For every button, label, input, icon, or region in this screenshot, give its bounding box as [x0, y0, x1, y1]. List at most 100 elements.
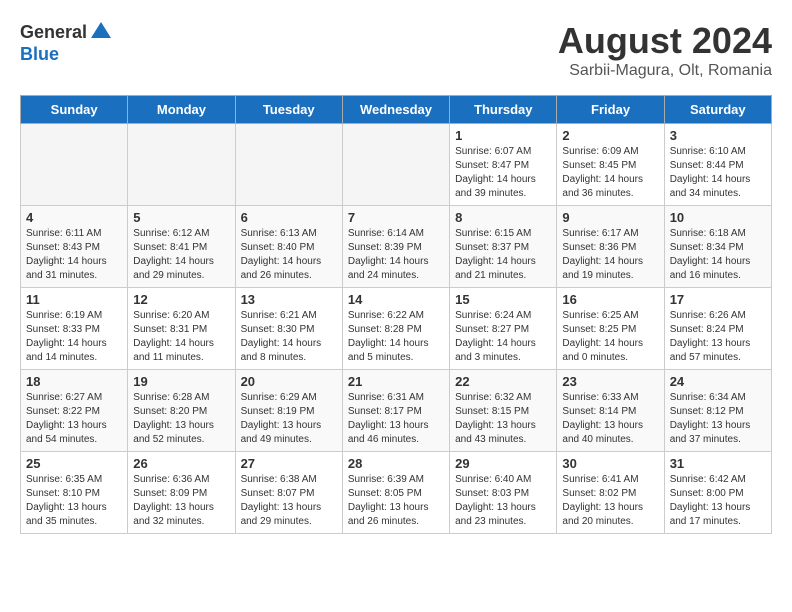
cell-info: Sunrise: 6:29 AM Sunset: 8:19 PM Dayligh…: [241, 391, 337, 447]
calendar: SundayMondayTuesdayWednesdayThursdayFrid…: [20, 95, 772, 534]
calendar-cell: 2Sunrise: 6:09 AM Sunset: 8:45 PM Daylig…: [557, 124, 664, 206]
day-number: 5: [133, 210, 229, 225]
calendar-cell: 20 Sunrise: 6:29 AM Sunset: 8:19 PM Dayli…: [235, 370, 342, 452]
calendar-week-row: 1 Sunrise: 6:07 AM Sunset: 8:47 PM Daylig…: [21, 124, 772, 206]
cell-info: Sunrise: 6:24 AM Sunset: 8:27 PM Dayligh…: [455, 309, 551, 365]
calendar-week-row: 25 Sunrise: 6:35 AM Sunset: 8:10 PM Dayli…: [21, 452, 772, 534]
day-number: 8: [455, 210, 551, 225]
day-number: 13: [241, 292, 337, 307]
day-number: 18: [26, 374, 122, 389]
calendar-cell: 4Sunrise: 6:11 AM Sunset: 8:43 PM Daylig…: [21, 206, 128, 288]
logo-text: General: [20, 20, 113, 44]
cell-info: Sunrise: 6:28 AM Sunset: 8:20 PM Dayligh…: [133, 391, 229, 447]
day-number: 28: [348, 456, 444, 471]
calendar-cell: 31 Sunrise: 6:42 AM Sunset: 8:00 PM Dayli…: [664, 452, 771, 534]
day-number: 17: [670, 292, 766, 307]
calendar-day-header: Monday: [128, 96, 235, 124]
cell-info: Sunrise: 6:36 AM Sunset: 8:09 PM Dayligh…: [133, 473, 229, 529]
calendar-week-row: 18 Sunrise: 6:27 AM Sunset: 8:22 PM Dayli…: [21, 370, 772, 452]
title-block: August 2024 Sarbii-Magura, Olt, Romania: [558, 20, 772, 80]
day-number: 30: [562, 456, 658, 471]
cell-info: Sunrise: 6:22 AM Sunset: 8:28 PM Dayligh…: [348, 309, 444, 365]
calendar-cell: 5 Sunrise: 6:12 AM Sunset: 8:41 PM Daylig…: [128, 206, 235, 288]
calendar-day-header: Tuesday: [235, 96, 342, 124]
location-title: Sarbii-Magura, Olt, Romania: [558, 62, 772, 80]
day-number: 9: [562, 210, 658, 225]
calendar-cell: [21, 124, 128, 206]
day-number: 10: [670, 210, 766, 225]
day-number: 4: [26, 210, 122, 225]
day-number: 26: [133, 456, 229, 471]
cell-info: Sunrise: 6:14 AM Sunset: 8:39 PM Dayligh…: [348, 227, 444, 283]
calendar-cell: 23 Sunrise: 6:33 AM Sunset: 8:14 PM Dayli…: [557, 370, 664, 452]
cell-info: Sunrise: 6:19 AM Sunset: 8:33 PM Dayligh…: [26, 309, 122, 365]
logo: General Blue: [20, 20, 113, 65]
logo-general: General: [20, 22, 87, 43]
calendar-cell: 11 Sunrise: 6:19 AM Sunset: 8:33 PM Dayli…: [21, 288, 128, 370]
cell-info: Sunrise: 6:35 AM Sunset: 8:10 PM Dayligh…: [26, 473, 122, 529]
cell-info: Sunrise: 6:26 AM Sunset: 8:24 PM Dayligh…: [670, 309, 766, 365]
day-number: 14: [348, 292, 444, 307]
day-number: 2: [562, 128, 658, 143]
day-number: 7: [348, 210, 444, 225]
day-number: 16: [562, 292, 658, 307]
day-number: 6: [241, 210, 337, 225]
calendar-header-row: SundayMondayTuesdayWednesdayThursdayFrid…: [21, 96, 772, 124]
cell-info: Sunrise: 6:39 AM Sunset: 8:05 PM Dayligh…: [348, 473, 444, 529]
cell-info: Sunrise: 6:20 AM Sunset: 8:31 PM Dayligh…: [133, 309, 229, 365]
calendar-cell: 10 Sunrise: 6:18 AM Sunset: 8:34 PM Dayli…: [664, 206, 771, 288]
day-number: 23: [562, 374, 658, 389]
calendar-day-header: Sunday: [21, 96, 128, 124]
calendar-cell: 26 Sunrise: 6:36 AM Sunset: 8:09 PM Dayli…: [128, 452, 235, 534]
calendar-cell: [128, 124, 235, 206]
calendar-cell: 7 Sunrise: 6:14 AM Sunset: 8:39 PM Daylig…: [342, 206, 449, 288]
cell-info: Sunrise: 6:18 AM Sunset: 8:34 PM Dayligh…: [670, 227, 766, 283]
calendar-cell: 9 Sunrise: 6:17 AM Sunset: 8:36 PM Daylig…: [557, 206, 664, 288]
calendar-cell: 17 Sunrise: 6:26 AM Sunset: 8:24 PM Dayli…: [664, 288, 771, 370]
calendar-cell: 28 Sunrise: 6:39 AM Sunset: 8:05 PM Dayli…: [342, 452, 449, 534]
cell-info: Sunrise: 6:13 AM Sunset: 8:40 PM Dayligh…: [241, 227, 337, 283]
calendar-cell: 24 Sunrise: 6:34 AM Sunset: 8:12 PM Dayli…: [664, 370, 771, 452]
logo-blue: Blue: [20, 44, 59, 65]
calendar-cell: 14 Sunrise: 6:22 AM Sunset: 8:28 PM Dayli…: [342, 288, 449, 370]
cell-info: Sunrise: 6:31 AM Sunset: 8:17 PM Dayligh…: [348, 391, 444, 447]
calendar-cell: 6 Sunrise: 6:13 AM Sunset: 8:40 PM Daylig…: [235, 206, 342, 288]
day-number: 12: [133, 292, 229, 307]
day-number: 20: [241, 374, 337, 389]
day-number: 11: [26, 292, 122, 307]
calendar-cell: 19Sunrise: 6:28 AM Sunset: 8:20 PM Dayli…: [128, 370, 235, 452]
calendar-cell: 3 Sunrise: 6:10 AM Sunset: 8:44 PM Daylig…: [664, 124, 771, 206]
calendar-cell: [342, 124, 449, 206]
cell-info: Sunrise: 6:21 AM Sunset: 8:30 PM Dayligh…: [241, 309, 337, 365]
cell-info: Sunrise: 6:27 AM Sunset: 8:22 PM Dayligh…: [26, 391, 122, 447]
day-number: 25: [26, 456, 122, 471]
calendar-week-row: 4Sunrise: 6:11 AM Sunset: 8:43 PM Daylig…: [21, 206, 772, 288]
day-number: 24: [670, 374, 766, 389]
cell-info: Sunrise: 6:38 AM Sunset: 8:07 PM Dayligh…: [241, 473, 337, 529]
cell-info: Sunrise: 6:42 AM Sunset: 8:00 PM Dayligh…: [670, 473, 766, 529]
cell-info: Sunrise: 6:33 AM Sunset: 8:14 PM Dayligh…: [562, 391, 658, 447]
calendar-cell: 8 Sunrise: 6:15 AM Sunset: 8:37 PM Daylig…: [450, 206, 557, 288]
cell-info: Sunrise: 6:41 AM Sunset: 8:02 PM Dayligh…: [562, 473, 658, 529]
cell-info: Sunrise: 6:25 AM Sunset: 8:25 PM Dayligh…: [562, 309, 658, 365]
day-number: 3: [670, 128, 766, 143]
cell-info: Sunrise: 6:34 AM Sunset: 8:12 PM Dayligh…: [670, 391, 766, 447]
cell-info: Sunrise: 6:12 AM Sunset: 8:41 PM Dayligh…: [133, 227, 229, 283]
cell-info: Sunrise: 6:32 AM Sunset: 8:15 PM Dayligh…: [455, 391, 551, 447]
cell-info: Sunrise: 6:17 AM Sunset: 8:36 PM Dayligh…: [562, 227, 658, 283]
day-number: 15: [455, 292, 551, 307]
day-number: 31: [670, 456, 766, 471]
day-number: 1: [455, 128, 551, 143]
calendar-day-header: Saturday: [664, 96, 771, 124]
day-number: 27: [241, 456, 337, 471]
calendar-cell: 16 Sunrise: 6:25 AM Sunset: 8:25 PM Dayli…: [557, 288, 664, 370]
calendar-cell: 22Sunrise: 6:32 AM Sunset: 8:15 PM Dayli…: [450, 370, 557, 452]
calendar-cell: 12 Sunrise: 6:20 AM Sunset: 8:31 PM Dayli…: [128, 288, 235, 370]
calendar-cell: 15 Sunrise: 6:24 AM Sunset: 8:27 PM Dayli…: [450, 288, 557, 370]
header: General Blue August 2024 Sarbii-Magura, …: [20, 20, 772, 80]
calendar-cell: 29Sunrise: 6:40 AM Sunset: 8:03 PM Dayli…: [450, 452, 557, 534]
cell-info: Sunrise: 6:10 AM Sunset: 8:44 PM Dayligh…: [670, 145, 766, 201]
cell-info: Sunrise: 6:15 AM Sunset: 8:37 PM Dayligh…: [455, 227, 551, 283]
cell-info: Sunrise: 6:07 AM Sunset: 8:47 PM Dayligh…: [455, 145, 551, 201]
calendar-cell: 13 Sunrise: 6:21 AM Sunset: 8:30 PM Dayli…: [235, 288, 342, 370]
